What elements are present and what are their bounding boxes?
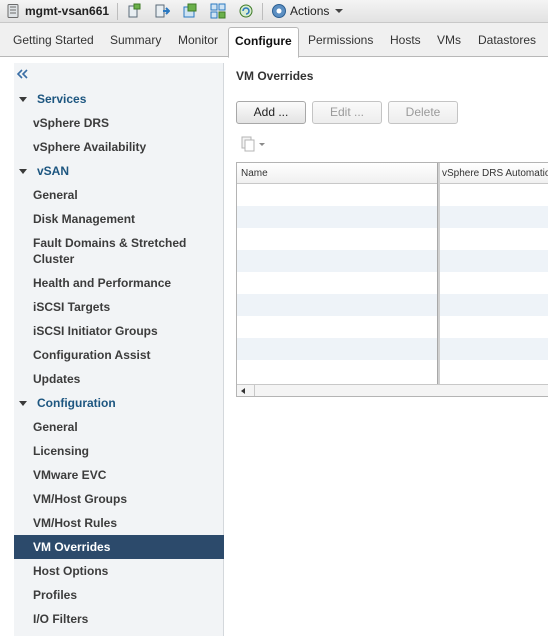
tab-monitor[interactable]: Monitor <box>178 23 218 57</box>
table-row <box>237 360 548 382</box>
add-button[interactable]: Add ... <box>236 101 306 124</box>
collapse-triangle-icon <box>19 168 27 174</box>
tab-permissions[interactable]: Permissions <box>308 23 373 57</box>
collapse-panel-icon[interactable] <box>16 69 28 79</box>
sidebar-item-fault-domains[interactable]: Fault Domains & Stretched Cluster <box>14 231 224 271</box>
sidebar-item-health-performance[interactable]: Health and Performance <box>14 271 224 295</box>
collapse-triangle-icon <box>19 96 27 102</box>
add-host-icon[interactable] <box>126 3 142 19</box>
sidebar-item-vsphere-drs[interactable]: vSphere DRS <box>14 111 224 135</box>
toolbar-divider <box>262 2 264 20</box>
tab-vms[interactable]: VMs <box>437 23 461 57</box>
tab-datastores[interactable]: Datastores <box>478 23 536 57</box>
section-services[interactable]: Services <box>14 87 224 111</box>
tab-summary[interactable]: Summary <box>110 23 161 57</box>
sidebar-item-vm-overrides[interactable]: VM Overrides <box>14 535 224 559</box>
sidebar-item-vsan-general[interactable]: General <box>14 183 224 207</box>
sidebar-item-configuration-assist[interactable]: Configuration Assist <box>14 343 224 367</box>
chevron-down-icon <box>335 9 344 13</box>
table-row <box>237 228 548 250</box>
actions-label: Actions <box>290 4 330 18</box>
configure-sidebar: Services vSphere DRS vSphere Availabilit… <box>14 63 224 636</box>
table-row <box>237 272 548 294</box>
copy-menu-button[interactable] <box>240 136 270 152</box>
tab-hosts[interactable]: Hosts <box>390 23 421 57</box>
collapse-triangle-icon <box>19 400 27 406</box>
deploy-ovf-icon[interactable] <box>210 3 226 19</box>
refresh-icon[interactable] <box>238 3 254 19</box>
edit-button[interactable]: Edit ... <box>312 101 382 124</box>
vm-overrides-table: Name vSphere DRS Automation Level <box>236 162 548 397</box>
copy-icon <box>241 136 265 152</box>
host-icon <box>7 4 19 18</box>
tab-configure[interactable]: Configure <box>228 27 299 58</box>
column-header-drs-automation[interactable]: vSphere DRS Automation Level <box>442 163 548 184</box>
new-vm-icon[interactable] <box>182 3 198 19</box>
column-resize-handle[interactable] <box>437 163 440 385</box>
table-row <box>237 294 548 316</box>
horizontal-scrollbar[interactable] <box>237 384 548 396</box>
table-row <box>237 316 548 338</box>
sidebar-item-licensing[interactable]: Licensing <box>14 439 224 463</box>
table-header: Name vSphere DRS Automation Level <box>237 163 548 184</box>
page-title: VM Overrides <box>236 69 314 83</box>
gear-icon <box>272 4 287 18</box>
sidebar-item-vm-host-rules[interactable]: VM/Host Rules <box>14 511 224 535</box>
table-row <box>237 338 548 360</box>
actions-menu-button[interactable]: Actions <box>271 3 344 19</box>
section-configuration[interactable]: Configuration <box>14 391 224 415</box>
host-title: mgmt-vsan661 <box>0 0 109 22</box>
column-header-name[interactable]: Name <box>241 163 431 184</box>
section-vsan[interactable]: vSAN <box>14 159 224 183</box>
sidebar-item-vsphere-availability[interactable]: vSphere Availability <box>14 135 224 159</box>
title-bar: mgmt-vsan661 Actions <box>0 0 548 23</box>
toolbar-divider <box>117 2 119 20</box>
scrollbar-divider <box>254 385 255 396</box>
sidebar-item-vm-host-groups[interactable]: VM/Host Groups <box>14 487 224 511</box>
sidebar-item-host-options[interactable]: Host Options <box>14 559 224 583</box>
sidebar-item-iscsi-initiator-groups[interactable]: iSCSI Initiator Groups <box>14 319 224 343</box>
sidebar-item-disk-management[interactable]: Disk Management <box>14 207 224 231</box>
sidebar-item-profiles[interactable]: Profiles <box>14 583 224 607</box>
sidebar-item-updates[interactable]: Updates <box>14 367 224 391</box>
table-row <box>237 250 548 272</box>
sidebar-item-io-filters[interactable]: I/O Filters <box>14 607 224 631</box>
delete-button[interactable]: Delete <box>388 101 458 124</box>
tab-bar: Getting Started Summary Monitor Configur… <box>0 23 548 58</box>
sidebar-item-vmware-evc[interactable]: VMware EVC <box>14 463 224 487</box>
migrate-icon[interactable] <box>154 3 171 19</box>
table-row <box>237 206 548 228</box>
tab-getting-started[interactable]: Getting Started <box>13 23 94 57</box>
sidebar-item-general[interactable]: General <box>14 415 224 439</box>
host-name: mgmt-vsan661 <box>25 4 110 18</box>
sidebar-item-iscsi-targets[interactable]: iSCSI Targets <box>14 295 224 319</box>
scroll-left-icon[interactable] <box>241 388 245 394</box>
table-row <box>237 184 548 206</box>
